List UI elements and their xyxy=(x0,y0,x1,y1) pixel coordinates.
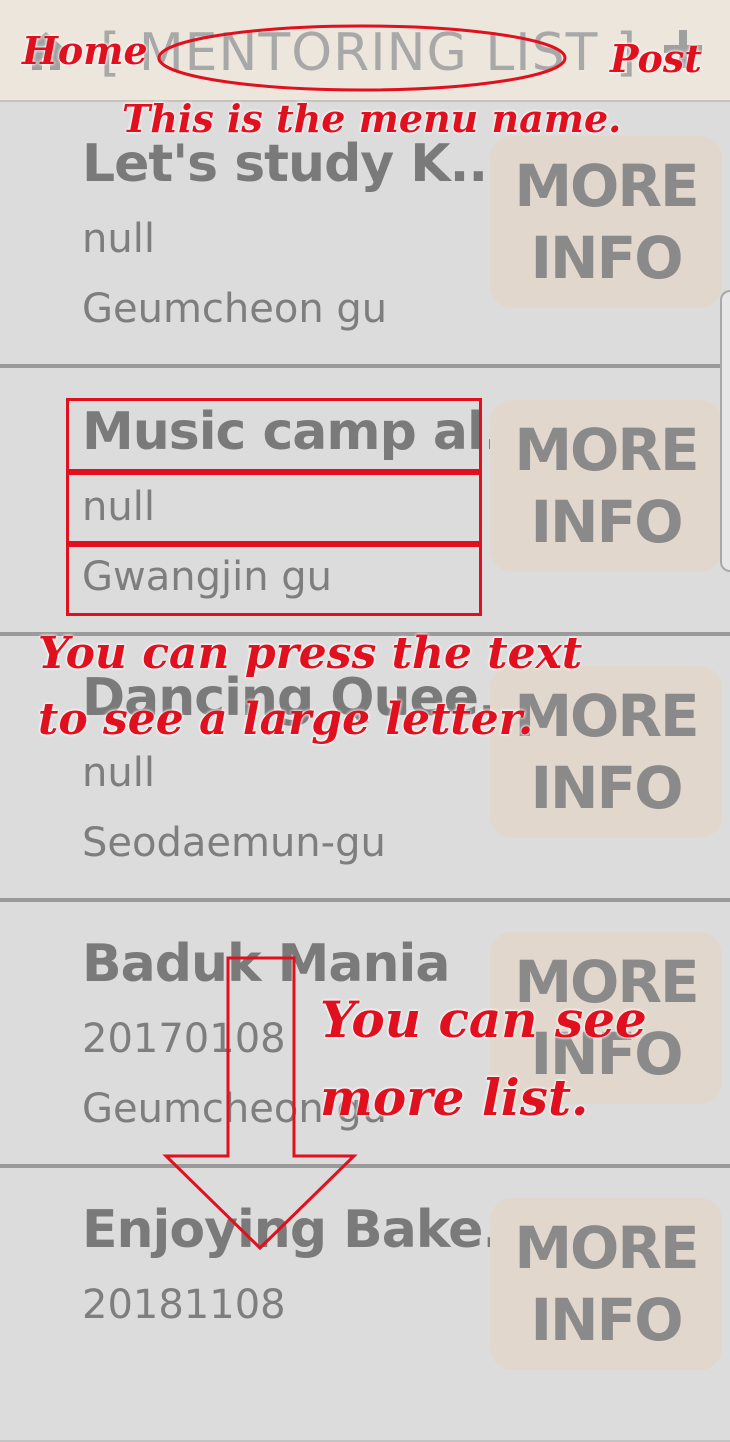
post-annotation: Post xyxy=(610,36,702,81)
press-text-annotation-line1: You can press the text xyxy=(38,628,583,679)
more-list-annotation-line2: more list. xyxy=(320,1068,589,1127)
more-list-annotation-line1: You can see xyxy=(320,990,647,1049)
location-highlight-box xyxy=(66,544,482,616)
date-highlight-box xyxy=(66,472,482,544)
menu-name-annotation: This is the menu name. xyxy=(122,96,622,141)
menu-name-highlight xyxy=(157,24,567,92)
press-text-annotation-line2: to see a large letter. xyxy=(38,694,534,745)
home-annotation: Home xyxy=(22,28,148,73)
title-highlight-box xyxy=(66,398,482,472)
